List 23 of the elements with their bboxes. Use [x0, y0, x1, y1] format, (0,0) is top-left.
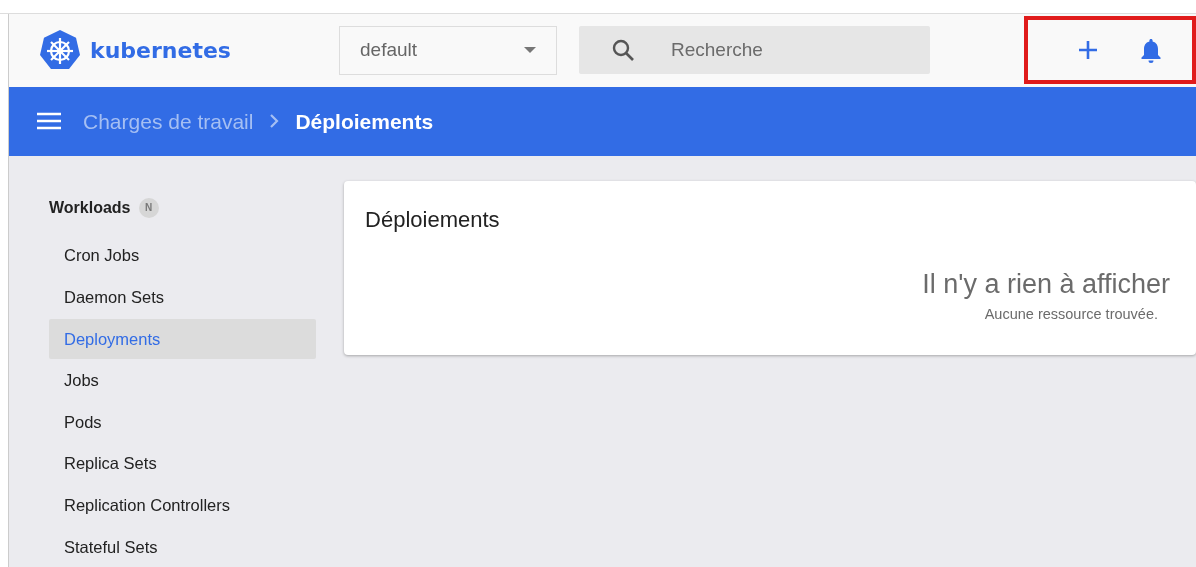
- logo-text[interactable]: kubernetes: [90, 33, 231, 67]
- empty-state-title: Il n'y a rien à afficher: [921, 267, 1171, 301]
- card-title: Déploiements: [365, 205, 501, 234]
- sidebar-item[interactable]: Deployments: [49, 319, 316, 360]
- sidebar-item[interactable]: Replication Controllers: [49, 485, 316, 526]
- dropdown-caret-icon: [524, 47, 536, 54]
- sidebar-item[interactable]: Replica Sets: [49, 443, 316, 484]
- sidebar-item[interactable]: Daemon Sets: [49, 277, 316, 318]
- sidebar-item[interactable]: Pods: [49, 402, 316, 443]
- sidebar-item[interactable]: Jobs: [49, 360, 316, 401]
- search-field[interactable]: Recherche: [579, 26, 930, 75]
- add-button[interactable]: [1078, 40, 1098, 61]
- chevron-icon: [269, 113, 280, 130]
- search-icon: [611, 38, 635, 63]
- sidebar-item[interactable]: Stateful Sets: [49, 527, 316, 567]
- section-heading: Workloads: [49, 197, 131, 218]
- section-badge: N: [138, 197, 159, 218]
- page-title: Déploiements: [295, 108, 434, 135]
- notifications-button[interactable]: [1140, 37, 1162, 64]
- namespace-dropdown[interactable]: default: [339, 25, 557, 75]
- menu-button[interactable]: [37, 112, 61, 131]
- empty-state-message: Aucune ressource trouvée.: [983, 305, 1159, 325]
- sidebar-item[interactable]: Cron Jobs: [49, 235, 316, 276]
